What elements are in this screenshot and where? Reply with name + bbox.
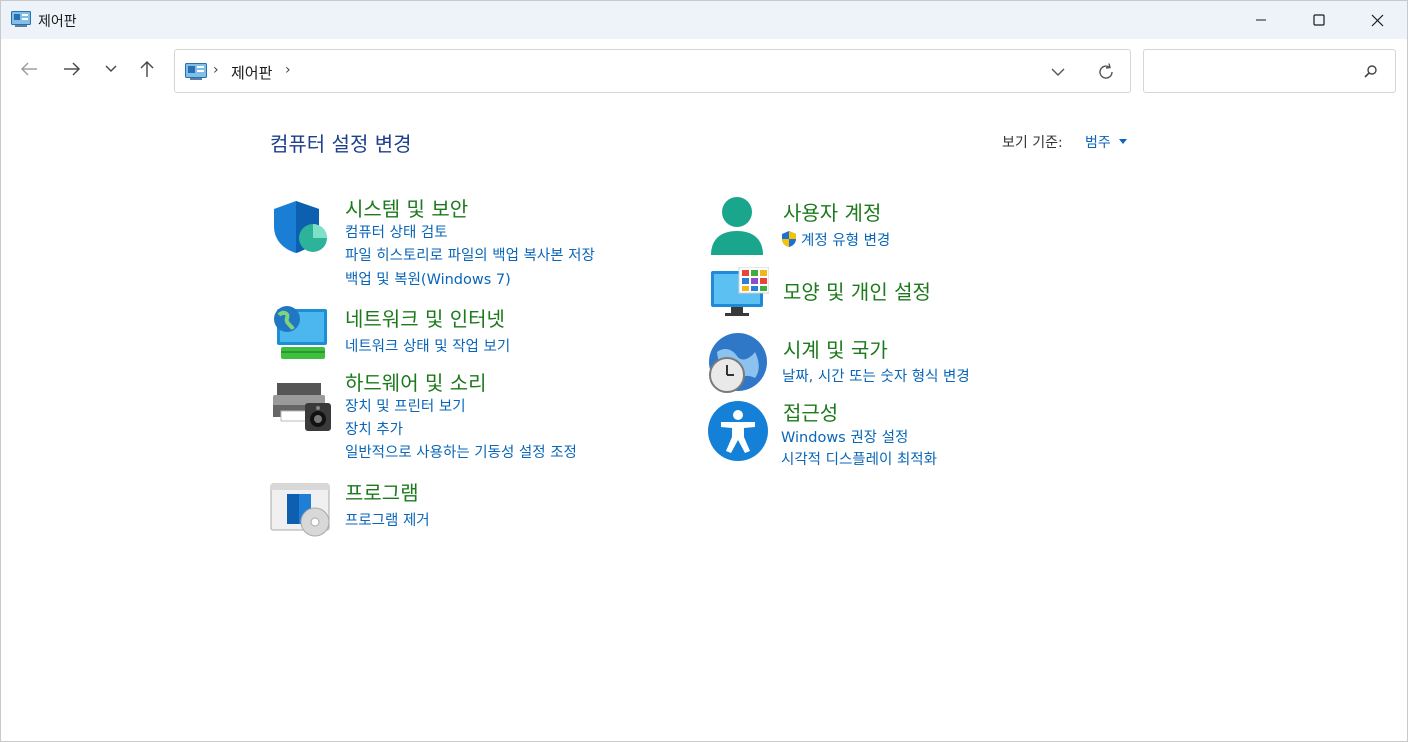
view-by-label: 보기 기준: xyxy=(1002,135,1063,151)
control-panel-icon xyxy=(11,11,31,27)
category-system-security[interactable]: 시스템 및 보안 xyxy=(345,193,468,222)
back-button[interactable] xyxy=(15,55,43,83)
link-mobility-settings[interactable]: 일반적으로 사용하는 기동성 설정 조정 xyxy=(345,441,577,462)
search-icon[interactable] xyxy=(1362,63,1380,81)
link-change-account-type[interactable]: 계정 유형 변경 xyxy=(801,229,890,250)
link-file-history-backup[interactable]: 파일 히스토리로 파일의 백업 복사본 저장 xyxy=(345,244,595,265)
category-user-accounts[interactable]: 사용자 계정 xyxy=(783,197,881,226)
category-network-internet[interactable]: 네트워크 및 인터넷 xyxy=(345,303,505,332)
printer-speaker-icon[interactable] xyxy=(271,381,333,433)
title-bar: 제어판 xyxy=(1,1,1407,39)
category-clock-region[interactable]: 시계 및 국가 xyxy=(783,334,888,363)
refresh-icon[interactable] xyxy=(1096,62,1116,82)
link-review-computer-status[interactable]: 컴퓨터 상태 검토 xyxy=(345,221,448,242)
search-box[interactable] xyxy=(1143,49,1396,93)
clock-globe-icon[interactable] xyxy=(707,332,769,394)
recent-locations-button[interactable] xyxy=(97,55,125,83)
address-dropdown-icon[interactable] xyxy=(1048,62,1068,82)
control-panel-window: 제어판 › 제어판 › 컴퓨터 설정 변경 보기 기준: 범주 시스템 및 보안… xyxy=(0,0,1408,742)
minimize-icon xyxy=(1256,19,1266,21)
link-optimize-visual-display[interactable]: 시각적 디스플레이 최적화 xyxy=(781,448,937,469)
user-account-icon[interactable] xyxy=(709,195,765,259)
category-ease-of-access[interactable]: 접근성 xyxy=(783,397,838,426)
chevron-down-icon xyxy=(105,65,117,72)
category-appearance-personalization[interactable]: 모양 및 개인 설정 xyxy=(783,276,931,305)
caret-down-icon[interactable] xyxy=(1119,139,1127,144)
page-title: 컴퓨터 설정 변경 xyxy=(270,132,412,156)
arrow-up-icon xyxy=(140,61,154,77)
link-backup-restore-windows7[interactable]: 백업 및 복원(Windows 7) xyxy=(345,268,511,289)
category-programs[interactable]: 프로그램 xyxy=(345,477,419,506)
view-by-dropdown[interactable]: 범주 xyxy=(1085,132,1111,152)
link-uninstall-program[interactable]: 프로그램 제거 xyxy=(345,509,430,530)
link-network-status-tasks[interactable]: 네트워크 상태 및 작업 보기 xyxy=(345,335,510,356)
link-date-time-number-format[interactable]: 날짜, 시간 또는 숫자 형식 변경 xyxy=(782,365,970,386)
breadcrumb-separator[interactable]: › xyxy=(285,62,291,78)
control-panel-icon xyxy=(185,63,207,80)
up-button[interactable] xyxy=(133,55,161,83)
category-hardware-sound[interactable]: 하드웨어 및 소리 xyxy=(345,367,487,396)
breadcrumb-control-panel[interactable]: 제어판 xyxy=(231,62,272,83)
uac-shield-icon xyxy=(782,231,796,247)
window-title: 제어판 xyxy=(38,14,77,30)
breadcrumb-separator: › xyxy=(213,62,219,78)
close-icon xyxy=(1371,14,1383,26)
network-globe-icon[interactable] xyxy=(271,303,331,361)
programs-icon[interactable] xyxy=(269,482,333,538)
accessibility-icon[interactable] xyxy=(707,400,769,462)
forward-button[interactable] xyxy=(58,55,86,83)
monitor-palette-icon[interactable] xyxy=(709,267,769,319)
maximize-icon xyxy=(1313,14,1325,26)
link-devices-printers[interactable]: 장치 및 프린터 보기 xyxy=(345,395,466,416)
navigation-bar: › 제어판 › xyxy=(1,39,1407,103)
arrow-left-icon xyxy=(21,62,37,76)
minimize-button[interactable] xyxy=(1232,1,1290,39)
maximize-button[interactable] xyxy=(1290,1,1348,39)
link-windows-recommended-settings[interactable]: Windows 권장 설정 xyxy=(781,426,908,447)
shield-icon[interactable] xyxy=(271,198,329,256)
arrow-right-icon xyxy=(64,62,80,76)
close-button[interactable] xyxy=(1348,1,1406,39)
address-bar[interactable]: › 제어판 › xyxy=(174,49,1131,93)
search-input[interactable] xyxy=(1152,58,1352,84)
link-add-device[interactable]: 장치 추가 xyxy=(345,418,403,439)
